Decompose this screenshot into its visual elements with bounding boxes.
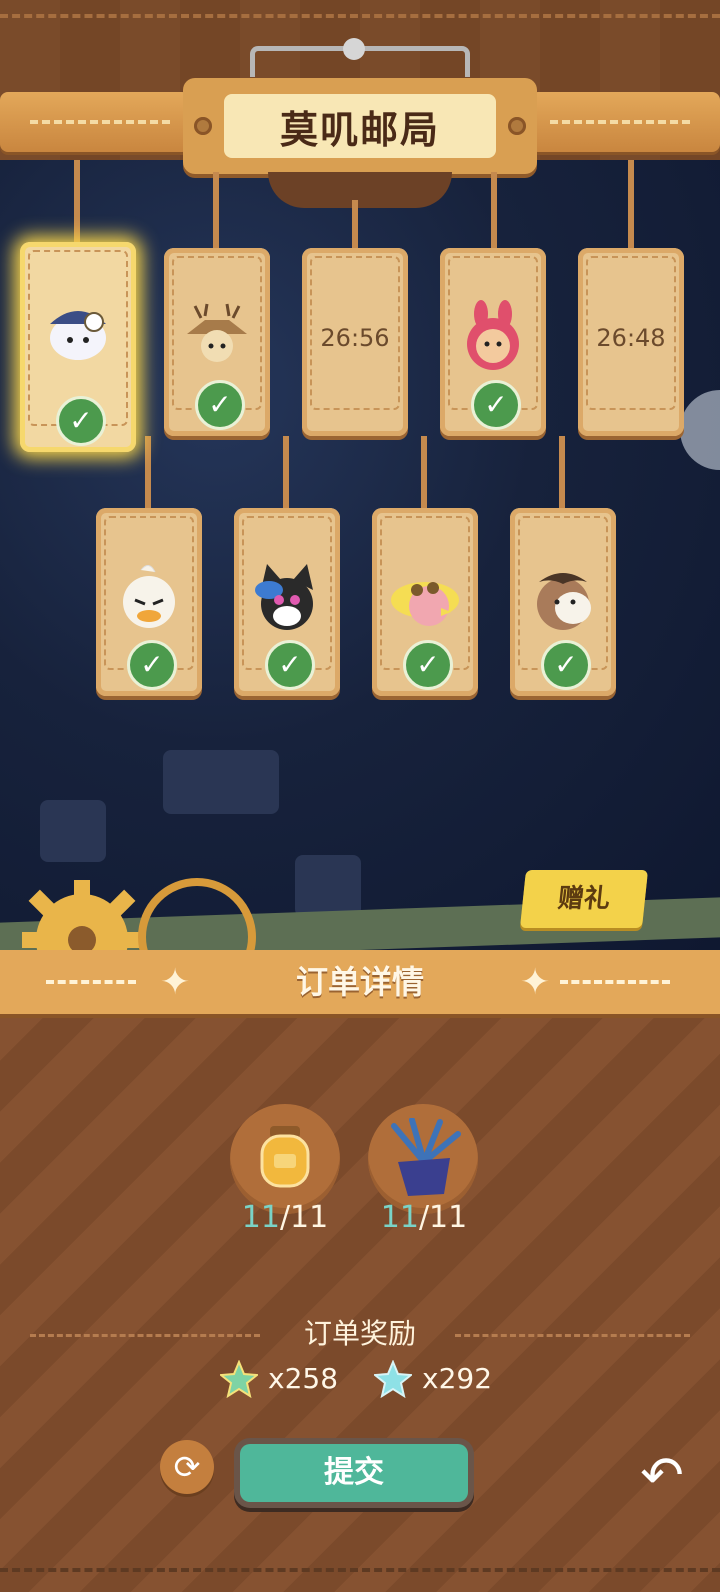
duck-icon: [111, 560, 187, 636]
rope: [559, 436, 565, 510]
order-card[interactable]: ✓: [20, 242, 136, 452]
check-icon: ✓: [265, 640, 315, 690]
check-icon: ✓: [195, 380, 245, 430]
refresh-icon: ⟳: [173, 1448, 201, 1486]
submit-button[interactable]: 提交: [240, 1444, 468, 1502]
shelf-slot: [163, 750, 279, 814]
back-button[interactable]: ↶: [632, 1446, 692, 1506]
pink-rabbit-icon: [455, 300, 531, 376]
rope: [352, 200, 358, 248]
order-card[interactable]: ✓: [440, 248, 546, 436]
rail-stitch: [30, 120, 170, 124]
check-icon: ✓: [471, 380, 521, 430]
order-card[interactable]: ✓: [164, 248, 270, 436]
rope: [491, 172, 497, 248]
check-icon: ✓: [127, 640, 177, 690]
rope: [74, 160, 80, 244]
rope: [628, 160, 634, 248]
check-icon: ✓: [56, 396, 106, 446]
order-card[interactable]: ✓: [96, 508, 202, 696]
reward-label: 订单奖励: [303, 1317, 416, 1350]
scarecrow-icon: [179, 300, 255, 376]
countdown-timer: 26:56: [320, 324, 390, 352]
cow-icon: [525, 560, 601, 636]
order-item-slot[interactable]: [230, 1104, 340, 1214]
gift-button[interactable]: 赠礼: [519, 870, 649, 928]
page-title: 莫叽邮局: [224, 94, 496, 158]
rope: [213, 172, 219, 248]
order-card[interactable]: ✓: [234, 508, 340, 696]
item-count: 11/11: [241, 1200, 329, 1235]
order-card-locked[interactable]: 26:56: [302, 248, 408, 436]
reward-amount: x292: [422, 1362, 493, 1395]
rail-stitch: [550, 120, 690, 124]
honey-jar-icon: [258, 1124, 312, 1190]
shelf-slot: [295, 855, 361, 917]
chick-icon: [387, 560, 463, 636]
order-item-slot[interactable]: [368, 1104, 478, 1214]
cat-icon: [249, 560, 325, 636]
bolt-icon: [194, 117, 212, 135]
owl-icon: [40, 294, 116, 370]
blue-star-icon: [372, 1359, 414, 1399]
moon-icon: [680, 390, 720, 470]
countdown-timer: 26:48: [596, 324, 666, 352]
rope: [145, 436, 151, 510]
check-icon: ✓: [403, 640, 453, 690]
order-card-locked[interactable]: 26:48: [578, 248, 684, 436]
order-panel: [0, 1010, 720, 1592]
bottom-stitch: [0, 1568, 720, 1572]
hanger-knob: [343, 38, 365, 60]
order-card[interactable]: ✓: [372, 508, 478, 696]
shelf-slot: [40, 800, 106, 862]
reward-amount: x258: [268, 1362, 339, 1395]
order-title: 订单详情: [295, 963, 424, 1001]
rope: [283, 436, 289, 510]
green-star-icon: [218, 1359, 260, 1399]
plant-pot-icon: [386, 1117, 462, 1198]
order-card[interactable]: ✓: [510, 508, 616, 696]
bolt-icon: [508, 117, 526, 135]
back-arrow-icon: ↶: [640, 1446, 684, 1506]
rope: [421, 436, 427, 510]
item-count: 11/11: [380, 1200, 468, 1235]
title-plate-base: [268, 172, 452, 208]
check-icon: ✓: [541, 640, 591, 690]
refresh-button[interactable]: ⟳: [160, 1440, 214, 1494]
